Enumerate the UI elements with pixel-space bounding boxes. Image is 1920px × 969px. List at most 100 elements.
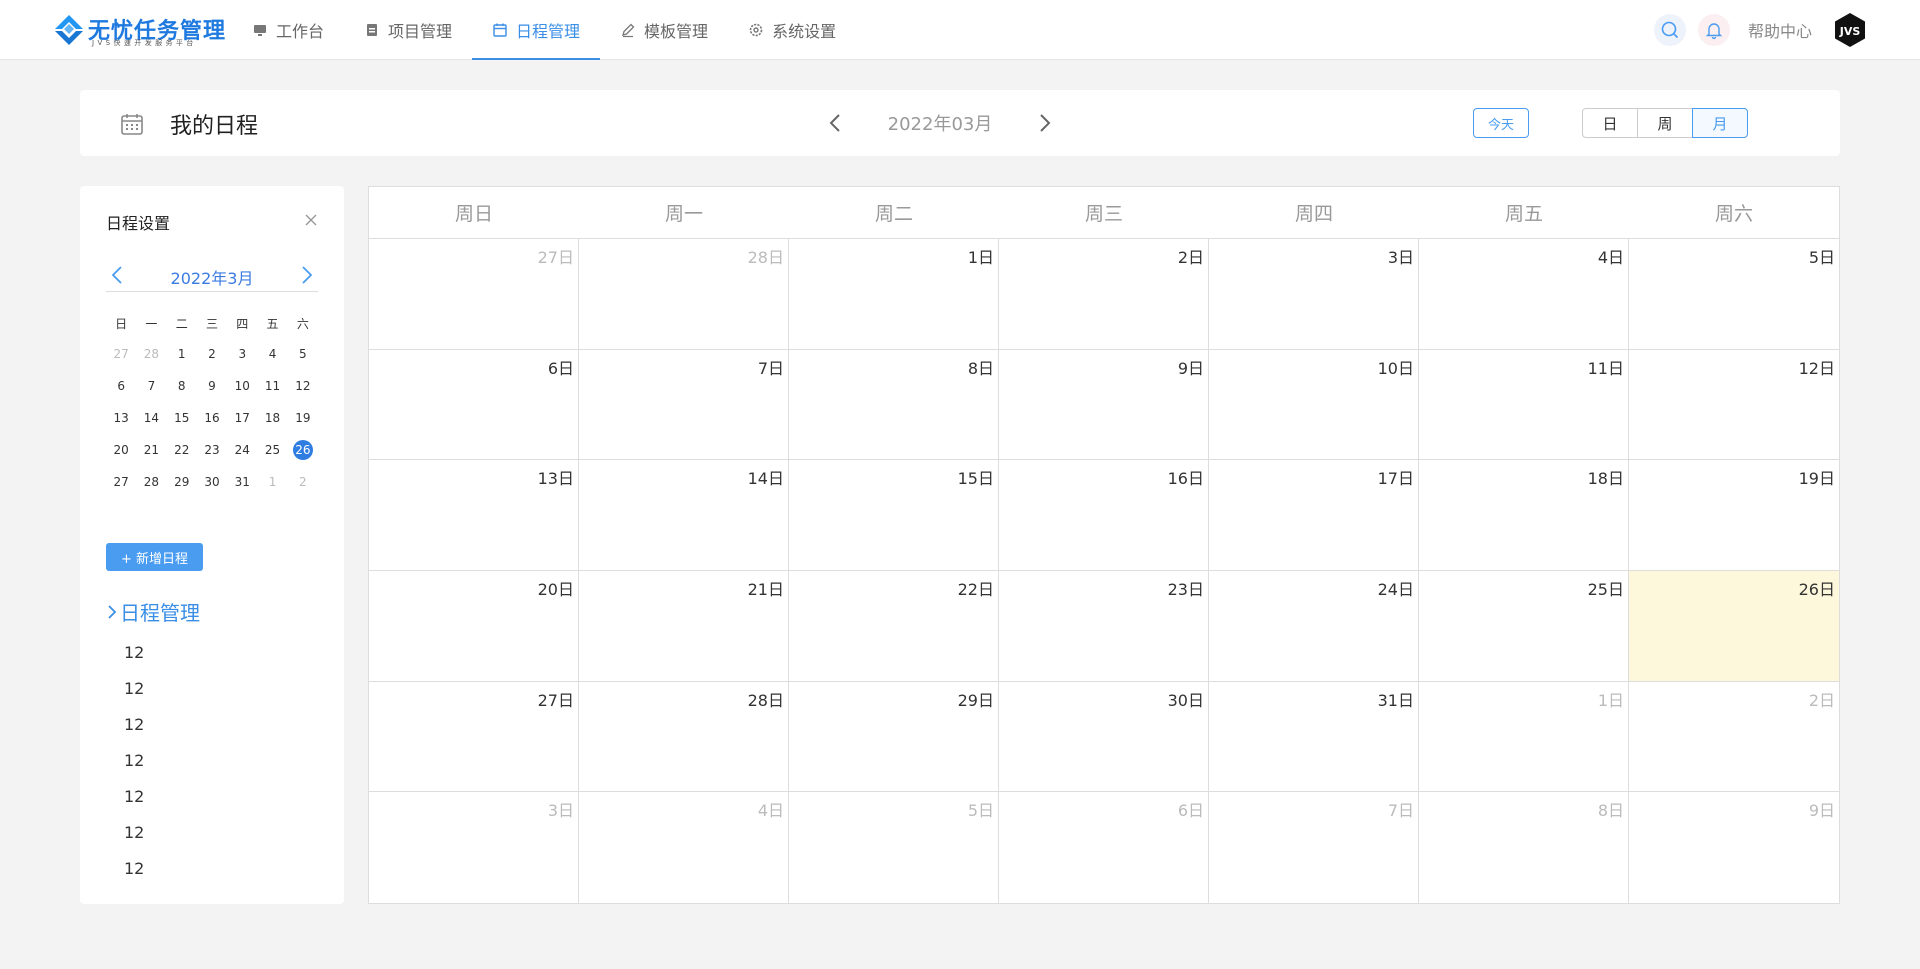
- calendar-cell[interactable]: 31日: [1209, 681, 1419, 793]
- view-day-button[interactable]: 日: [1582, 108, 1638, 138]
- calendar-cell[interactable]: 23日: [999, 570, 1209, 682]
- mini-day[interactable]: 21: [136, 434, 166, 466]
- mini-day[interactable]: 27: [106, 338, 136, 370]
- mini-day[interactable]: 5: [288, 338, 318, 370]
- nav-settings[interactable]: 系统设置: [728, 0, 856, 60]
- logo[interactable]: 无忧任务管理 JVS快速开发服务平台: [52, 12, 225, 48]
- mini-day[interactable]: 1: [167, 338, 197, 370]
- calendar-cell[interactable]: 13日: [369, 460, 579, 571]
- mini-day[interactable]: 4: [257, 338, 287, 370]
- mini-day[interactable]: 28: [136, 338, 166, 370]
- calendar-cell[interactable]: 18日: [1419, 460, 1629, 571]
- calendar-cell[interactable]: 6日: [369, 349, 579, 461]
- schedule-tree-toggle[interactable]: 日程管理: [106, 597, 200, 626]
- mini-day[interactable]: 1: [257, 466, 287, 498]
- calendar-cell[interactable]: 22日: [789, 570, 999, 682]
- calendar-cell[interactable]: 9日: [999, 349, 1209, 461]
- calendar-cell[interactable]: 3日: [369, 792, 579, 903]
- mini-day[interactable]: 29: [167, 466, 197, 498]
- schedule-tree-item[interactable]: 12: [124, 814, 144, 850]
- calendar-cell[interactable]: 10日: [1209, 349, 1419, 461]
- mini-day[interactable]: 9: [197, 370, 227, 402]
- calendar-cell[interactable]: 2日: [1629, 682, 1839, 793]
- calendar-cell[interactable]: 6日: [999, 792, 1209, 903]
- calendar-cell[interactable]: 12日: [1629, 350, 1839, 461]
- schedule-tree-item[interactable]: 12: [124, 706, 144, 742]
- calendar-cell[interactable]: 8日: [789, 349, 999, 461]
- view-week-button[interactable]: 周: [1637, 108, 1693, 138]
- mini-day[interactable]: 16: [197, 402, 227, 434]
- calendar-cell[interactable]: 9日: [1629, 792, 1839, 903]
- calendar-cell[interactable]: 28日: [579, 239, 789, 350]
- calendar-cell[interactable]: 19日: [1629, 460, 1839, 571]
- calendar-cell[interactable]: 8日: [1419, 792, 1629, 903]
- calendar-cell[interactable]: 29日: [789, 681, 999, 793]
- mini-day[interactable]: 17: [227, 402, 257, 434]
- add-schedule-button[interactable]: + 新增日程: [106, 543, 203, 571]
- calendar-cell[interactable]: 14日: [579, 460, 789, 571]
- mini-day[interactable]: 13: [106, 402, 136, 434]
- calendar-cell[interactable]: 30日: [999, 681, 1209, 793]
- mini-day[interactable]: 27: [106, 466, 136, 498]
- calendar-cell[interactable]: 27日: [369, 239, 579, 350]
- avatar[interactable]: JVS: [1832, 12, 1868, 48]
- mini-day[interactable]: 30: [197, 466, 227, 498]
- mini-day[interactable]: 11: [257, 370, 287, 402]
- mini-day[interactable]: 28: [136, 466, 166, 498]
- mini-day[interactable]: 6: [106, 370, 136, 402]
- mini-day[interactable]: 19: [288, 402, 318, 434]
- nav-templates[interactable]: 模板管理: [600, 0, 728, 60]
- view-month-button[interactable]: 月: [1692, 108, 1748, 138]
- mini-day[interactable]: 2: [197, 338, 227, 370]
- calendar-cell[interactable]: 11日: [1419, 349, 1629, 461]
- calendar-cell[interactable]: 24日: [1209, 570, 1419, 682]
- mini-day[interactable]: 2: [288, 466, 318, 498]
- calendar-cell[interactable]: 2日: [999, 239, 1209, 350]
- search-button[interactable]: [1653, 14, 1686, 46]
- calendar-cell[interactable]: 15日: [789, 460, 999, 571]
- mini-day[interactable]: 12: [288, 370, 318, 402]
- calendar-cell[interactable]: 27日: [369, 681, 579, 793]
- mini-day[interactable]: 23: [197, 434, 227, 466]
- nav-projects[interactable]: 项目管理: [344, 0, 472, 60]
- nav-schedule[interactable]: 日程管理: [472, 0, 601, 60]
- calendar-cell[interactable]: 7日: [1209, 792, 1419, 903]
- today-button[interactable]: 今天: [1473, 108, 1529, 138]
- mini-day[interactable]: 31: [227, 466, 257, 498]
- schedule-tree-item[interactable]: 12: [124, 778, 144, 814]
- mini-day[interactable]: 15: [167, 402, 197, 434]
- mini-day-today[interactable]: 26: [288, 434, 318, 466]
- schedule-tree-item[interactable]: 12: [124, 670, 144, 706]
- schedule-tree-item[interactable]: 12: [124, 634, 144, 670]
- mini-day[interactable]: 8: [167, 370, 197, 402]
- calendar-cell[interactable]: 1日: [789, 239, 999, 350]
- mini-day[interactable]: 20: [106, 434, 136, 466]
- mini-day[interactable]: 22: [167, 434, 197, 466]
- calendar-cell[interactable]: 28日: [579, 681, 789, 793]
- calendar-cell[interactable]: 16日: [999, 460, 1209, 571]
- calendar-cell[interactable]: 20日: [369, 570, 579, 682]
- mini-day[interactable]: 10: [227, 370, 257, 402]
- calendar-cell[interactable]: 4日: [1419, 239, 1629, 350]
- calendar-cell[interactable]: 21日: [579, 570, 789, 682]
- close-button[interactable]: [301, 210, 321, 230]
- mini-day[interactable]: 3: [227, 338, 257, 370]
- calendar-cell-today[interactable]: 26日: [1629, 570, 1839, 682]
- mini-day[interactable]: 24: [227, 434, 257, 466]
- mini-day[interactable]: 7: [136, 370, 166, 402]
- mini-day[interactable]: 18: [257, 402, 287, 434]
- next-month-button[interactable]: [1030, 108, 1060, 138]
- nav-workbench[interactable]: 工作台: [232, 0, 344, 60]
- mini-prev-month-button[interactable]: [106, 264, 128, 286]
- calendar-cell[interactable]: 4日: [579, 792, 789, 903]
- schedule-tree-item[interactable]: 12: [124, 742, 144, 778]
- mini-day[interactable]: 25: [257, 434, 287, 466]
- calendar-cell[interactable]: 3日: [1209, 239, 1419, 350]
- mini-next-month-button[interactable]: [296, 264, 318, 286]
- calendar-cell[interactable]: 25日: [1419, 570, 1629, 682]
- calendar-cell[interactable]: 5日: [1629, 239, 1839, 350]
- calendar-cell[interactable]: 5日: [789, 792, 999, 903]
- calendar-cell[interactable]: 1日: [1419, 681, 1629, 793]
- notification-button[interactable]: [1697, 14, 1730, 46]
- help-center-link[interactable]: 帮助中心: [1748, 18, 1812, 42]
